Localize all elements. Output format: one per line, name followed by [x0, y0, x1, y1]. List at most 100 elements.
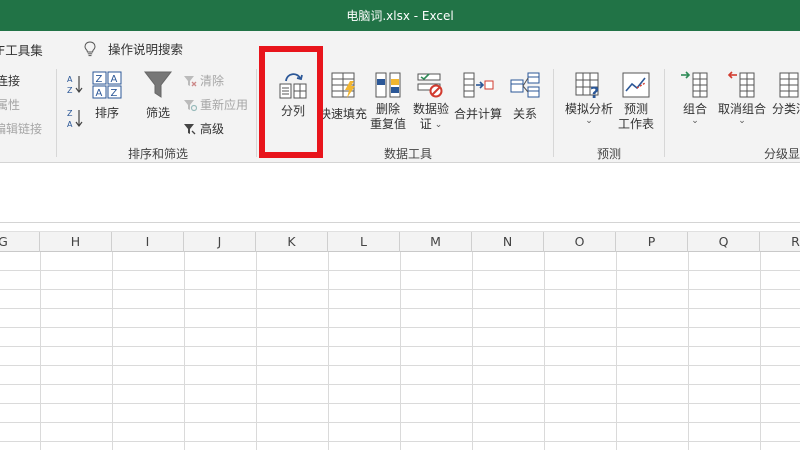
- clear-label: 清除: [200, 74, 225, 88]
- filter-button[interactable]: 筛选: [142, 69, 174, 121]
- properties-button[interactable]: 属性: [0, 96, 20, 113]
- subtotal-label: 分类汇: [771, 102, 800, 116]
- column-header-k[interactable]: K: [256, 232, 328, 252]
- subtotal-icon: [779, 72, 799, 98]
- grid-line: [616, 252, 617, 450]
- group-label-forecast: 预测: [597, 147, 622, 161]
- svg-text:A: A: [111, 74, 118, 85]
- advanced-label: 高级: [200, 122, 225, 136]
- relationships-label: 关系: [512, 107, 537, 121]
- connections-button[interactable]: 连接: [0, 72, 20, 89]
- what-if-icon: ?: [575, 72, 599, 99]
- sort-label: 排序: [94, 106, 119, 120]
- what-if-label: 模拟分析: [564, 102, 613, 116]
- tell-me-search[interactable]: 操作说明搜索: [84, 39, 183, 58]
- group-icon: [681, 71, 708, 98]
- edit-links-button[interactable]: 编辑链接: [0, 120, 42, 137]
- svg-text:A: A: [96, 88, 103, 99]
- svg-text:A: A: [67, 120, 73, 129]
- group-label-data-tools: 数据工具: [384, 147, 433, 161]
- svg-text:Z: Z: [67, 86, 73, 95]
- chevron-down-icon: ⌄: [691, 116, 699, 126]
- column-header-r[interactable]: R: [760, 232, 800, 252]
- grid-line: [400, 252, 401, 450]
- grid-line: [0, 289, 800, 290]
- chevron-down-icon: ⌄: [585, 116, 593, 126]
- flash-fill-button[interactable]: 快速填充: [319, 71, 367, 122]
- group-label-sort-filter: 排序和筛选: [128, 147, 189, 161]
- relationships-button[interactable]: 关系: [504, 71, 546, 122]
- sort-ascending-button[interactable]: A Z: [66, 73, 84, 95]
- funnel-icon: [143, 71, 173, 98]
- edit-links-label: 编辑链接: [0, 122, 43, 136]
- separator: [553, 69, 554, 157]
- grid-line: [544, 252, 545, 450]
- sort-button[interactable]: Z A A Z 排序: [90, 71, 124, 121]
- cell-grid[interactable]: [0, 252, 800, 450]
- lightbulb-icon: [84, 40, 96, 56]
- reapply-button[interactable]: 重新应用: [183, 96, 248, 113]
- grid-line: [0, 327, 800, 328]
- formula-area: [0, 163, 800, 223]
- clear-filter-button[interactable]: 清除: [183, 72, 224, 89]
- grid-line: [0, 365, 800, 366]
- reapply-label: 重新应用: [200, 98, 249, 112]
- ungroup-icon: [727, 71, 755, 98]
- ungroup-button[interactable]: 取消组合 ⌄: [714, 71, 770, 126]
- group-button[interactable]: 组合 ⌄: [676, 71, 714, 126]
- window-title: 电脑词.xlsx - Excel: [346, 9, 454, 23]
- clear-filter-icon: [184, 75, 197, 86]
- grid-line: [0, 441, 800, 442]
- grid-line: [0, 270, 800, 271]
- group-label-outline: 分级显: [764, 147, 800, 161]
- column-header-p[interactable]: P: [616, 232, 688, 252]
- grid-line: [0, 384, 800, 385]
- sort-za-icon: Z A: [67, 109, 83, 129]
- column-header-h[interactable]: H: [40, 232, 112, 252]
- svg-text:Z: Z: [111, 88, 118, 99]
- subtotal-button[interactable]: 分类汇: [768, 71, 800, 117]
- remove-duplicates-icon: [375, 72, 401, 98]
- separator: [256, 69, 257, 157]
- svg-text:A: A: [67, 75, 73, 84]
- relationships-icon: [510, 72, 540, 98]
- highlight-box: [259, 46, 323, 158]
- grid-line: [0, 403, 800, 404]
- column-header-n[interactable]: N: [472, 232, 544, 252]
- svg-text:?: ?: [590, 83, 599, 99]
- data-validation-label-line1: 数据验: [412, 102, 449, 116]
- flash-fill-icon: [331, 72, 355, 98]
- remove-duplicates-label-line1: 删除: [375, 102, 400, 116]
- properties-label: 属性: [0, 98, 21, 112]
- forecast-sheet-button[interactable]: 预测 工作表: [616, 71, 656, 132]
- tell-me-label: 操作说明搜索: [108, 42, 184, 57]
- data-validation-button[interactable]: 数据验 证 ⌄: [410, 71, 452, 132]
- grid-line: [112, 252, 113, 450]
- column-header-o[interactable]: O: [544, 232, 616, 252]
- what-if-analysis-button[interactable]: ? 模拟分析 ⌄: [562, 71, 616, 126]
- remove-duplicates-button[interactable]: 删除 重复值: [366, 71, 410, 132]
- separator: [56, 69, 57, 157]
- forecast-label-line2: 工作表: [617, 117, 654, 131]
- column-header-m[interactable]: M: [400, 232, 472, 252]
- menu-row: F工具集 操作说明搜索: [0, 31, 800, 63]
- chevron-down-icon: ⌄: [434, 119, 443, 130]
- tab-pdf-tools[interactable]: F工具集: [0, 40, 43, 59]
- grid-line: [40, 252, 41, 450]
- forecast-sheet-icon: [622, 72, 650, 98]
- column-header-g[interactable]: G: [0, 232, 40, 252]
- column-header-l[interactable]: L: [328, 232, 400, 252]
- advanced-filter-button[interactable]: 高级: [183, 120, 224, 137]
- column-header-j[interactable]: J: [184, 232, 256, 252]
- grid-line: [328, 252, 329, 450]
- sort-az-icon: A Z: [67, 75, 83, 95]
- connections-label: 连接: [0, 74, 21, 88]
- column-header-q[interactable]: Q: [688, 232, 760, 252]
- forecast-label-line1: 预测: [623, 102, 648, 116]
- separator: [664, 69, 665, 157]
- sort-descending-button[interactable]: Z A: [66, 107, 84, 129]
- excel-window: 电脑词.xlsx - Excel F工具集 操作说明搜索 连接 属性 编辑链接: [0, 0, 800, 450]
- sort-icon: Z A A Z: [92, 71, 122, 99]
- consolidate-button[interactable]: 合并计算: [452, 71, 504, 122]
- column-header-i[interactable]: I: [112, 232, 184, 252]
